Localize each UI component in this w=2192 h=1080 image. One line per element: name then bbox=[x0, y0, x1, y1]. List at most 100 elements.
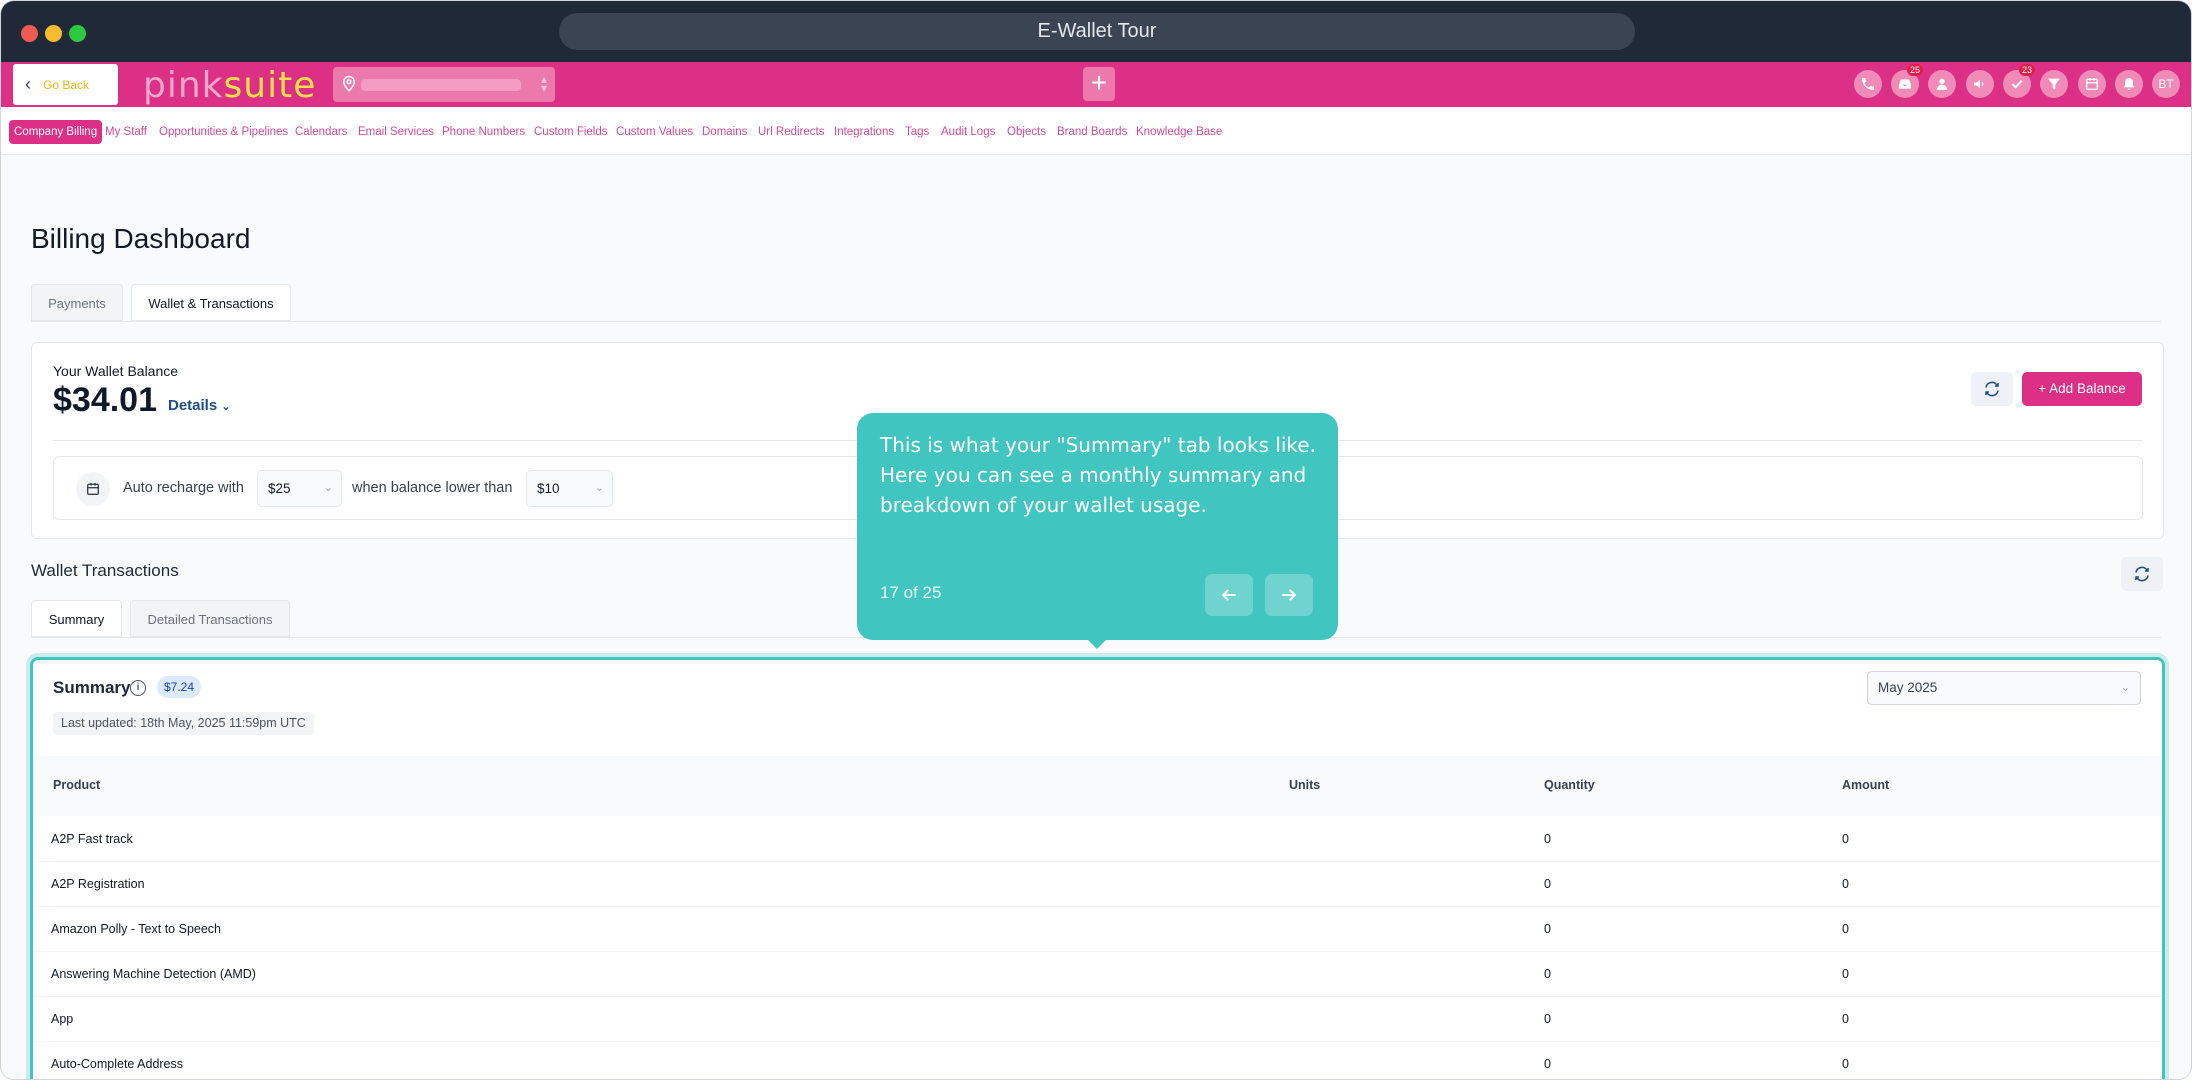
table-row: Amazon Polly - Text to Speech 0 0 bbox=[33, 907, 2162, 952]
tour-next-button[interactable] bbox=[1265, 574, 1313, 616]
details-label: Details bbox=[168, 397, 218, 414]
quick-add-button[interactable]: + bbox=[1083, 67, 1115, 101]
nav-company-billing[interactable]: Company Billing bbox=[9, 120, 103, 144]
logo[interactable]: pinksuite bbox=[143, 65, 316, 106]
logo-text-b: suite bbox=[223, 65, 317, 106]
plus-icon: + bbox=[2038, 381, 2047, 396]
add-balance-label: Add Balance bbox=[2049, 381, 2126, 396]
chevron-updown-icon: ▴ ▾ bbox=[540, 72, 547, 95]
threshold-amount-select[interactable]: $10 ⌄ bbox=[526, 470, 613, 507]
tab-payments[interactable]: Payments bbox=[31, 284, 123, 321]
chevron-left-icon: ‹ bbox=[25, 74, 31, 94]
nav-url-redirects[interactable]: Url Redirects bbox=[758, 120, 824, 144]
quantity-cell: 0 bbox=[1544, 922, 1551, 936]
quantity-cell: 0 bbox=[1544, 877, 1551, 891]
refresh-balance-button[interactable] bbox=[1971, 372, 2013, 406]
amount-cell: 0 bbox=[1842, 832, 1849, 846]
nav-objects[interactable]: Objects bbox=[1007, 120, 1046, 144]
megaphone-icon[interactable] bbox=[1966, 70, 1994, 98]
nav-custom-fields[interactable]: Custom Fields bbox=[534, 120, 608, 144]
arrow-left-icon bbox=[1221, 589, 1236, 601]
table-row: A2P Registration 0 0 bbox=[33, 862, 2162, 907]
add-balance-button[interactable]: + Add Balance bbox=[2022, 372, 2142, 406]
inbox-icon[interactable]: 25 bbox=[1891, 64, 1923, 98]
go-back-button[interactable]: ‹ Go Back bbox=[13, 64, 118, 105]
summary-total-badge: $7.24 bbox=[157, 676, 202, 698]
nav-opportunities-pipelines[interactable]: Opportunities & Pipelines bbox=[159, 120, 288, 144]
nav-integrations[interactable]: Integrations bbox=[834, 120, 894, 144]
auto-recharge-label: Auto recharge with bbox=[123, 480, 244, 496]
tab-wallet-transactions[interactable]: Wallet & Transactions bbox=[131, 284, 291, 321]
wallet-balance-label: Your Wallet Balance bbox=[53, 363, 179, 379]
calendar-icon[interactable] bbox=[2078, 70, 2106, 98]
close-window-button[interactable] bbox=[21, 25, 38, 42]
info-icon[interactable]: i bbox=[130, 680, 146, 696]
quantity-cell: 0 bbox=[1544, 1057, 1551, 1071]
page-title: Billing Dashboard bbox=[31, 223, 251, 254]
tour-text: This is what your "Summary" tab looks li… bbox=[880, 433, 1316, 517]
product-cell: Answering Machine Detection (AMD) bbox=[51, 967, 256, 981]
minimize-window-button[interactable] bbox=[45, 25, 62, 42]
nav-brand-boards[interactable]: Brand Boards bbox=[1057, 120, 1127, 144]
tab-summary[interactable]: Summary bbox=[31, 600, 122, 637]
details-toggle[interactable]: Details ⌄ bbox=[168, 397, 231, 414]
amount-cell: 0 bbox=[1842, 877, 1849, 891]
nav-my-staff[interactable]: My Staff bbox=[105, 120, 147, 144]
product-cell: A2P Registration bbox=[51, 877, 145, 891]
recharge-amount-value: $25 bbox=[268, 481, 291, 496]
nav-audit-logs[interactable]: Audit Logs bbox=[941, 120, 995, 144]
threshold-amount-value: $10 bbox=[537, 481, 560, 496]
settings-nav: Company Billing My Staff Opportunities &… bbox=[1, 107, 2191, 155]
chevron-down-icon: ⌄ bbox=[2120, 682, 2130, 694]
arrow-right-icon bbox=[1282, 589, 1297, 601]
go-back-label: Go Back bbox=[43, 77, 90, 92]
refresh-transactions-button[interactable] bbox=[2121, 557, 2163, 591]
column-product: Product bbox=[53, 778, 101, 792]
logo-text-a: pink bbox=[143, 65, 224, 106]
user-icon[interactable] bbox=[1928, 70, 1956, 98]
nav-domains[interactable]: Domains bbox=[702, 120, 747, 144]
summary-title: Summary bbox=[53, 678, 131, 697]
calendar-refresh-icon bbox=[76, 472, 110, 506]
nav-tags[interactable]: Tags bbox=[905, 120, 929, 144]
location-pin-icon bbox=[342, 75, 356, 92]
app-header: ‹ Go Back pinksuite ▴ ▾ + 25 23 BT bbox=[1, 62, 2191, 107]
tour-previous-button[interactable] bbox=[1205, 574, 1253, 616]
nav-calendars[interactable]: Calendars bbox=[295, 120, 347, 144]
column-quantity: Quantity bbox=[1544, 778, 1595, 792]
refresh-icon bbox=[2135, 566, 2149, 582]
threshold-label: when balance lower than bbox=[352, 480, 513, 496]
wallet-transactions-title: Wallet Transactions bbox=[31, 561, 179, 580]
window-title[interactable]: E-Wallet Tour bbox=[559, 13, 1635, 50]
tour-step-counter: 17 of 25 bbox=[880, 583, 942, 602]
recharge-amount-select[interactable]: $25 ⌄ bbox=[257, 470, 342, 507]
nav-knowledge-base[interactable]: Knowledge Base bbox=[1136, 120, 1222, 144]
nav-email-services[interactable]: Email Services bbox=[358, 120, 434, 144]
table-header: Product Units Quantity Amount bbox=[33, 756, 2162, 816]
bell-icon[interactable] bbox=[2115, 70, 2143, 98]
tab-detailed-transactions[interactable]: Detailed Transactions bbox=[130, 600, 290, 637]
nav-phone-numbers[interactable]: Phone Numbers bbox=[442, 120, 525, 144]
product-cell: Amazon Polly - Text to Speech bbox=[51, 922, 221, 936]
last-updated-label: Last updated: 18th May, 2025 11:59pm UTC bbox=[53, 712, 314, 735]
product-cell: Auto-Complete Address bbox=[51, 1057, 184, 1071]
location-switcher[interactable]: ▴ ▾ bbox=[333, 67, 555, 102]
product-cell: App bbox=[51, 1012, 74, 1026]
inbox-badge: 25 bbox=[1906, 64, 1923, 76]
month-select[interactable]: May 2025 ⌄ bbox=[1867, 671, 2141, 705]
browser-window: E-Wallet Tour ‹ Go Back pinksuite ▴ ▾ + 2… bbox=[0, 0, 2192, 1080]
nav-custom-values[interactable]: Custom Values bbox=[616, 120, 693, 144]
chevron-down-icon: ⌄ bbox=[221, 401, 231, 413]
tasks-icon[interactable]: 23 bbox=[2003, 64, 2035, 98]
avatar[interactable]: BT bbox=[2152, 70, 2180, 98]
table-row: Answering Machine Detection (AMD) 0 0 bbox=[33, 952, 2162, 997]
amount-cell: 0 bbox=[1842, 1012, 1849, 1026]
column-units: Units bbox=[1289, 778, 1321, 792]
maximize-window-button[interactable] bbox=[69, 25, 86, 42]
refresh-icon bbox=[1985, 381, 1999, 397]
table-row: Auto-Complete Address 0 0 bbox=[33, 1042, 2162, 1079]
quantity-cell: 0 bbox=[1544, 1012, 1551, 1026]
funnel-icon[interactable] bbox=[2040, 70, 2068, 98]
phone-icon[interactable] bbox=[1854, 70, 1882, 98]
chevron-down-icon: ⌄ bbox=[594, 482, 604, 494]
